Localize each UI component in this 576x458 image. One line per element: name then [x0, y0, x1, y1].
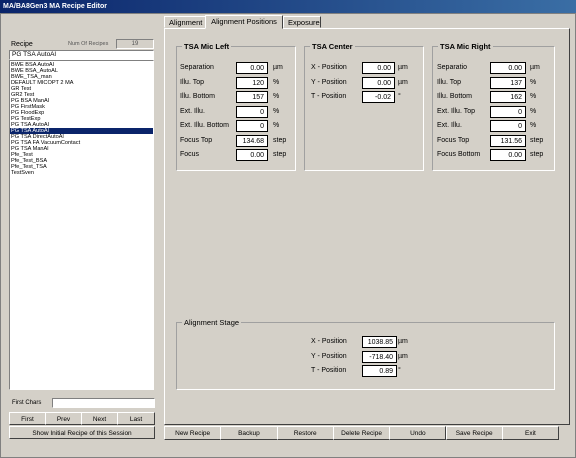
num-of-recipes-label: Num Of Recipes — [68, 41, 109, 47]
tsa-mic-right-illu-bottom-field[interactable]: 162 — [490, 91, 526, 103]
alignment-stage-t-position-label: T - Position — [311, 367, 347, 374]
tsa-mic-right-illu-top-unit: % — [530, 78, 537, 86]
tsa-center-y-position-field[interactable]: 0.00 — [362, 76, 395, 89]
num-of-recipes-field: 19 — [116, 39, 154, 49]
delete-recipe-button[interactable]: Delete Recipe — [332, 426, 391, 440]
tsa-mic-right-focus-top-field[interactable]: 131.56 — [490, 134, 526, 147]
tsa-center-x-position-field[interactable]: 0.00 — [362, 62, 395, 74]
tsa-mic-left-illu-top-unit: % — [273, 78, 280, 86]
alignment-stage-x-position-label: X - Position — [311, 338, 347, 345]
current-recipe-field[interactable]: PG TSA AutoAl — [9, 50, 154, 60]
tsa-mic-right-title: TSA Mic Right — [438, 42, 493, 51]
tsa-mic-left-focus-top-field[interactable]: 134.68 — [236, 134, 268, 147]
tsa-mic-right-separatio-field[interactable]: 0.00 — [490, 62, 526, 74]
save-recipe-button[interactable]: Save Recipe — [445, 426, 503, 440]
tsa-mic-right-focus-top-label: Focus Top — [437, 136, 470, 144]
tsa-mic-left-focus-top-label: Focus Top — [180, 136, 213, 144]
tsa-mic-right-ext-illu-top-field[interactable]: 0 — [490, 105, 526, 118]
alignment-stage-y-position-label: Y - Position — [311, 352, 347, 360]
tsa-center-x-position-unit: µm — [398, 64, 408, 71]
show-initial-recipe-button[interactable]: Show Initial Recipe of this Session — [9, 426, 155, 439]
tsa-mic-left-illu-top-label: Illu. Top — [180, 78, 204, 86]
tsa-mic-left-ext-illu-bottom-unit: % — [273, 122, 280, 129]
tsa-center-title: TSA Center — [310, 42, 355, 51]
recipe-list[interactable]: BWE BSA AutoAl BWE BSA_AutoAL BWE_TSA_man D… — [9, 60, 154, 390]
tsa-mic-right-separatio-label: Separatio — [437, 64, 467, 71]
tab-exposure[interactable]: Exposure — [283, 16, 321, 28]
recipe-label: Recipe — [11, 41, 33, 48]
tsa-mic-left-illu-bottom-label: Illu. Bottom — [180, 93, 216, 100]
tsa-mic-right-focus-bottom-unit: step — [530, 151, 544, 158]
alignment-stage-y-position-unit: µm — [398, 352, 408, 360]
tsa-mic-left-illu-top-field[interactable]: 120 — [236, 76, 268, 89]
tsa-mic-left-ext-illu-label: Ext. Illu. — [180, 107, 205, 115]
tsa-mic-left-ext-illu-unit: % — [273, 107, 280, 115]
tsa-mic-right-ext-illu-label: Ext. Illu. — [437, 122, 462, 129]
window-title: MA/BA8Gen3 MA Recipe Editor — [0, 0, 576, 13]
first-chars-input[interactable] — [52, 398, 155, 408]
undo-button[interactable]: Undo — [389, 426, 447, 440]
alignment-stage-y-position-field[interactable]: -718.40 — [362, 350, 397, 363]
tsa-mic-right-ext-illu-field[interactable]: 0 — [490, 120, 526, 132]
tsa-center-y-position-label: Y - Position — [311, 78, 347, 86]
tsa-mic-right-focus-top-unit: step — [530, 136, 544, 144]
last-button[interactable]: Last — [117, 412, 155, 425]
next-button[interactable]: Next — [81, 412, 118, 425]
backup-button[interactable]: Backup — [220, 426, 278, 440]
restore-button[interactable]: Restore — [276, 426, 334, 440]
tsa-mic-left-illu-bottom-unit: % — [273, 93, 280, 100]
tsa-center-t-position-unit: ° — [398, 93, 401, 100]
alignment-stage-x-position-field[interactable]: 1038.85 — [362, 336, 397, 348]
first-chars-label: First Chars — [12, 400, 42, 406]
tsa-center-x-position-label: X - Position — [311, 64, 347, 71]
alignment-stage-x-position-unit: µm — [398, 338, 408, 345]
tsa-mic-left-ext-illu-bottom-label: Ext. Illu. Bottom — [180, 122, 230, 129]
tsa-mic-right-illu-bottom-unit: % — [530, 93, 537, 100]
tsa-mic-right-illu-top-field[interactable]: 137 — [490, 76, 526, 89]
tsa-mic-left-separation-label: Separation — [180, 64, 214, 71]
tsa-mic-left-focus-field[interactable]: 0.00 — [236, 149, 268, 161]
tsa-mic-left-separation-field[interactable]: 0.00 — [236, 62, 268, 74]
tsa-mic-right-ext-illu-top-label: Ext. Illu. Top — [437, 107, 476, 115]
prev-button[interactable]: Prev — [45, 412, 82, 425]
tsa-center-t-position-field[interactable]: -0.02 — [362, 91, 395, 103]
tsa-mic-left-focus-label: Focus — [180, 151, 200, 158]
alignment-stage-t-position-field[interactable]: 0.89 — [362, 365, 397, 377]
tsa-mic-left-ext-illu-field[interactable]: 0 — [236, 105, 268, 118]
tsa-center-t-position-label: T - Position — [311, 93, 347, 100]
tsa-mic-right-separatio-unit: µm — [530, 64, 540, 71]
tsa-mic-right-illu-bottom-label: Illu. Bottom — [437, 93, 473, 100]
new-recipe-button[interactable]: New Recipe — [164, 426, 222, 440]
tsa-center-y-position-unit: µm — [398, 78, 408, 86]
alignment-stage-t-position-unit: ° — [398, 367, 401, 374]
tsa-mic-left-separation-unit: µm — [273, 64, 283, 71]
alignment-stage-title: Alignment Stage — [182, 318, 242, 327]
tsa-mic-right-ext-illu-top-unit: % — [530, 107, 537, 115]
tsa-mic-left-illu-bottom-field[interactable]: 157 — [236, 91, 268, 103]
tsa-mic-right-focus-bottom-field[interactable]: 0.00 — [490, 149, 526, 161]
recipe-list-item[interactable]: TestSven — [10, 170, 153, 176]
tsa-mic-right-focus-bottom-label: Focus Bottom — [437, 151, 481, 158]
exit-button[interactable]: Exit — [501, 426, 560, 440]
tsa-mic-left-focus-unit: step — [273, 151, 287, 158]
first-button[interactable]: First — [9, 412, 46, 425]
tsa-mic-left-ext-illu-bottom-field[interactable]: 0 — [236, 120, 268, 132]
tsa-mic-left-focus-top-unit: step — [273, 136, 287, 144]
tsa-mic-right-ext-illu-unit: % — [530, 122, 537, 129]
tsa-mic-left-title: TSA Mic Left — [182, 42, 232, 51]
tab-alignment-positions[interactable]: Alignment Positions — [205, 15, 283, 29]
tab-alignment[interactable]: Alignment — [164, 16, 206, 28]
tsa-mic-right-illu-top-label: Illu. Top — [437, 78, 461, 86]
